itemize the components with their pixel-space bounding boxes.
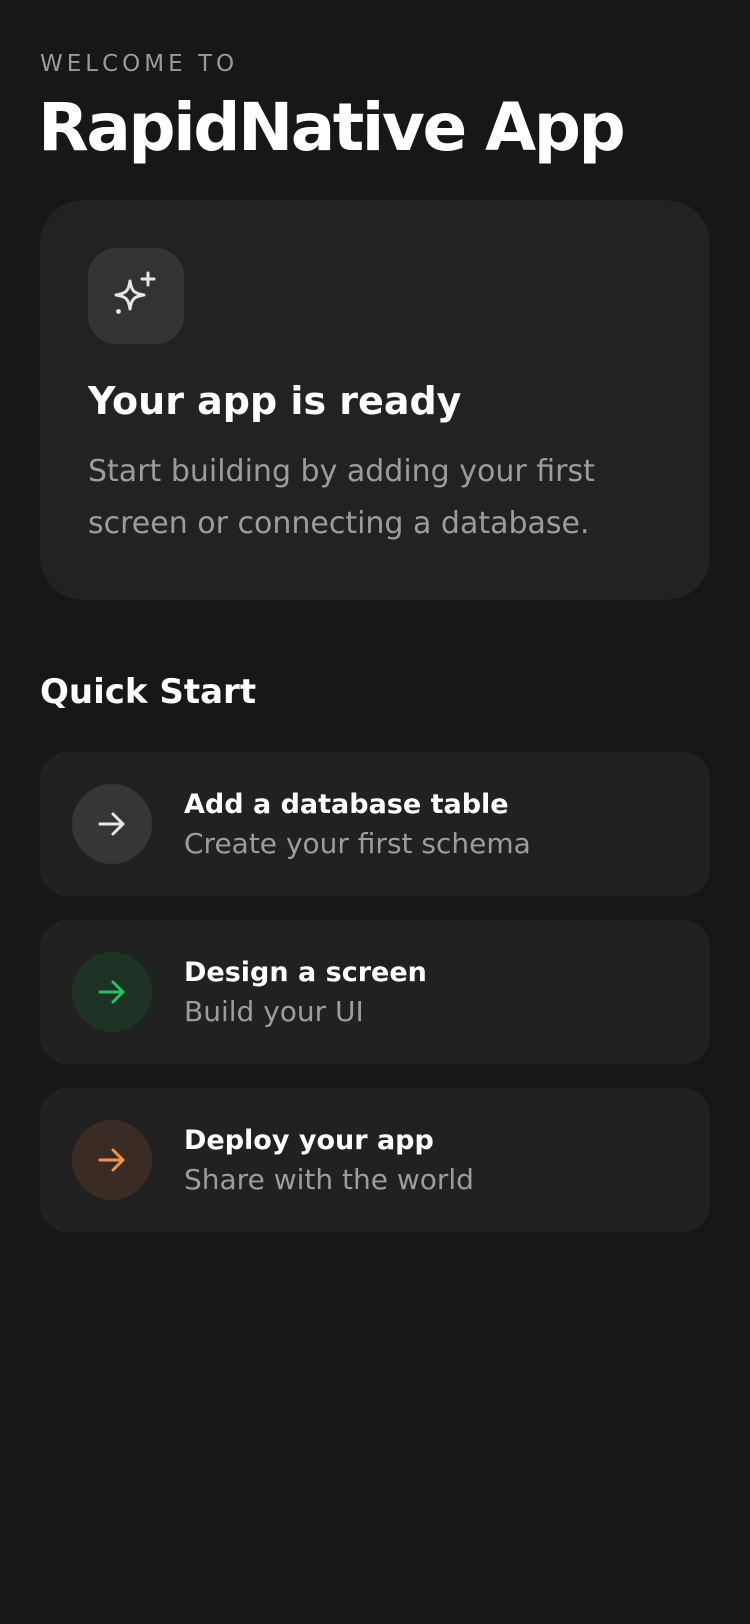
quick-start-item-title: Deploy your app: [184, 1125, 434, 1156]
quick-start-item-title: Add a database table: [184, 789, 509, 820]
quick-start-item-deploy-app[interactable]: Deploy your app Share with the world: [40, 1088, 710, 1232]
arrow-right-icon: [98, 980, 125, 1004]
quick-start-heading: Quick Start: [40, 672, 257, 712]
quick-start-item-design-screen[interactable]: Design a screen Build your UI: [40, 920, 710, 1064]
quick-start-item-add-table[interactable]: Add a database table Create your first s…: [40, 752, 710, 896]
arrow-right-icon: [98, 1148, 125, 1172]
quick-start-icon-circle: [72, 1120, 152, 1200]
hero-description: Start building by adding your first scre…: [88, 454, 595, 541]
quick-start-item-subtitle: Share with the world: [184, 1163, 474, 1196]
quick-start-icon-circle: [72, 784, 152, 864]
sparkles-icon: [114, 271, 156, 314]
welcome-eyebrow: WELCOME TO: [40, 51, 239, 77]
app-ready-card: Your app is ready Start building by addi…: [40, 200, 710, 600]
quick-start-icon-circle: [72, 952, 152, 1032]
hero-icon-container: [88, 248, 184, 344]
arrow-right-icon: [98, 812, 125, 836]
quick-start-item-subtitle: Build your UI: [184, 995, 364, 1028]
app-title: RapidNative App: [38, 89, 626, 166]
quick-start-item-title: Design a screen: [184, 957, 427, 988]
quick-start-item-subtitle: Create your first schema: [184, 827, 531, 860]
home-screen: WELCOME TO RapidNative App Your app is r…: [0, 0, 750, 1624]
hero-title: Your app is ready: [88, 379, 462, 423]
